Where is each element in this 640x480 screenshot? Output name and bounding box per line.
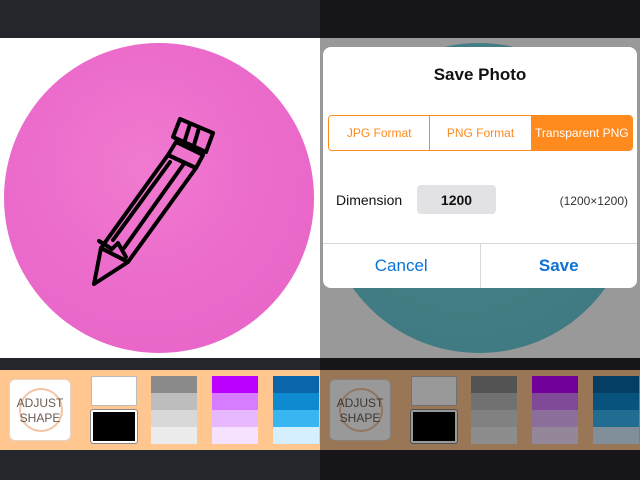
format-option-jpg[interactable]: JPG Format <box>329 116 431 150</box>
shape-label: SHAPE <box>19 411 61 425</box>
bottom-bar <box>0 450 320 480</box>
swatch-black[interactable] <box>91 410 137 443</box>
dimension-label: Dimension <box>336 192 403 208</box>
format-segmented-control: JPG Format PNG Format Transparent PNG <box>328 115 633 151</box>
save-button[interactable]: Save <box>481 244 638 288</box>
separator-bar <box>0 358 320 370</box>
adjust-shape-button[interactable]: ADJUST SHAPE <box>9 379 71 441</box>
format-option-png[interactable]: PNG Format <box>430 116 532 150</box>
swatch-column-blue[interactable] <box>273 376 319 444</box>
swatch-column-gray[interactable] <box>151 376 197 444</box>
dialog-title: Save Photo <box>433 65 527 84</box>
swatch-column-purple[interactable] <box>212 376 258 444</box>
save-photo-dialog: Save Photo JPG Format PNG Format Transpa… <box>323 47 637 288</box>
editor-panel-right: ADJUST SHAPE Save Photo JPG Format PNG F… <box>320 0 640 480</box>
cancel-button[interactable]: Cancel <box>323 244 481 288</box>
format-option-transparent-png[interactable]: Transparent PNG <box>531 116 632 150</box>
dimension-input[interactable]: 1200 <box>417 185 496 214</box>
swatch-white[interactable] <box>91 376 137 406</box>
dimension-size-text: (1200×1200) <box>559 194 628 208</box>
adjust-label: ADJUST <box>16 396 64 410</box>
editor-panel-left: ADJUST SHAPE <box>0 0 320 480</box>
dialog-button-row: Cancel Save <box>323 243 637 288</box>
